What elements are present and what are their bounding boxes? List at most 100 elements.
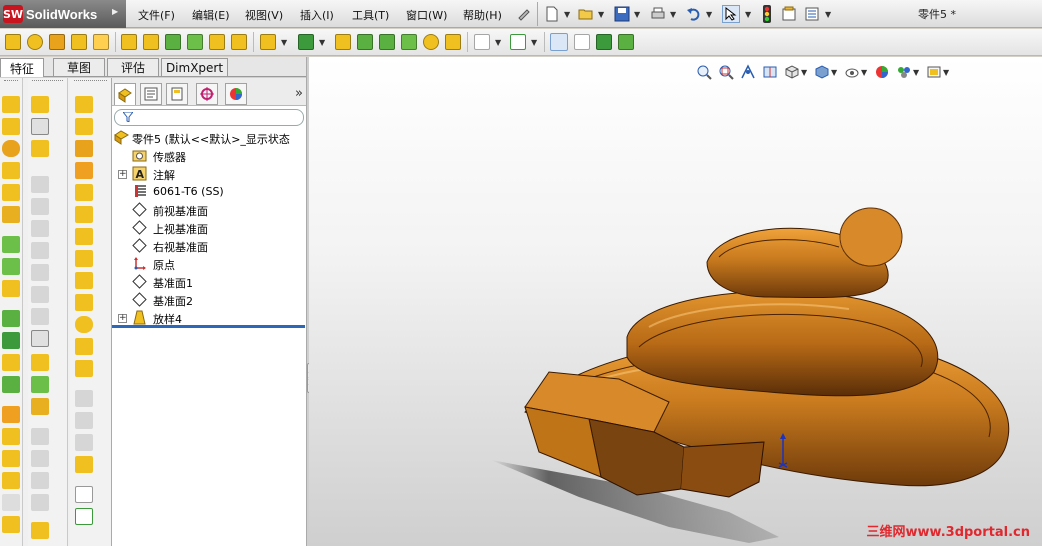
extruded-cut-icon[interactable] <box>93 34 109 50</box>
extruded-boss-icon[interactable] <box>5 34 21 50</box>
options-dropdown-icon[interactable]: ▼ <box>825 10 831 19</box>
instant3d-icon[interactable] <box>550 33 568 51</box>
vent-tool-icon[interactable] <box>31 354 49 371</box>
surface-extrude-tool-icon[interactable] <box>2 236 20 253</box>
file-properties-icon[interactable] <box>780 5 798 23</box>
chamfer-icon[interactable] <box>143 34 159 50</box>
boundary-tool-icon[interactable] <box>2 184 20 201</box>
dome-tool-icon[interactable] <box>75 206 93 223</box>
tree-item-top-plane[interactable]: 上视基准面 <box>112 219 307 237</box>
reference-geometry-tool-icon[interactable] <box>75 486 93 503</box>
tree-item-sensors[interactable]: 传感器 <box>112 147 307 165</box>
feature-tree-filter-input[interactable] <box>114 109 304 126</box>
open-folder-icon[interactable] <box>577 5 595 23</box>
print-dropdown-icon[interactable]: ▼ <box>670 10 676 19</box>
split-icon[interactable] <box>379 34 395 50</box>
surface-sweep-tool-icon[interactable] <box>2 280 20 297</box>
undo-dropdown-icon[interactable]: ▼ <box>706 10 712 19</box>
rollback-bar[interactable] <box>112 325 305 328</box>
more-tabs-chevron-icon[interactable]: » <box>295 86 303 101</box>
new-document-icon[interactable] <box>543 5 561 23</box>
menu-file[interactable]: 文件(F) <box>138 7 175 23</box>
pattern-dropdown-icon[interactable]: ▼ <box>319 38 325 47</box>
reference-geometry-dropdown-icon[interactable]: ▼ <box>495 38 501 47</box>
trim-surface-tool-icon[interactable] <box>2 450 20 467</box>
sweep-tool-icon[interactable] <box>2 140 20 157</box>
menu-view[interactable]: 视图(V) <box>245 7 283 23</box>
reference-geometry-icon[interactable] <box>474 34 490 50</box>
tree-item-plane2[interactable]: 基准面2 <box>112 291 307 309</box>
planar-surface-tool-icon[interactable] <box>2 310 20 327</box>
options-icon[interactable] <box>803 5 821 23</box>
deform-icon[interactable] <box>596 34 612 50</box>
split-tool-icon[interactable] <box>75 360 93 377</box>
pushpin-icon[interactable] <box>514 5 532 23</box>
new-dropdown-icon[interactable]: ▼ <box>564 10 570 19</box>
loft-tool-icon[interactable] <box>2 162 20 179</box>
tree-item-annotations[interactable]: + A 注解 <box>112 165 307 183</box>
undo-icon[interactable] <box>685 5 703 23</box>
mirror-tool-icon[interactable] <box>75 294 93 311</box>
shell-tool-icon[interactable] <box>75 140 93 157</box>
solidworks-logo[interactable]: SW SolidWorks ▶ <box>0 0 126 28</box>
menu-insert[interactable]: 插入(I) <box>300 7 334 23</box>
rib-tool-icon[interactable] <box>75 162 93 179</box>
mirror-icon[interactable] <box>335 34 351 50</box>
tab-sketch[interactable]: 草图 <box>53 58 105 76</box>
select-pointer-icon[interactable] <box>722 5 740 23</box>
select-dropdown-icon[interactable]: ▼ <box>745 10 751 19</box>
print-icon[interactable] <box>649 5 667 23</box>
logo-expand-icon[interactable]: ▶ <box>112 7 118 16</box>
tree-item-plane1[interactable]: 基准面1 <box>112 273 307 291</box>
lofted-boss-icon[interactable] <box>71 34 87 50</box>
circular-pattern-tool-icon[interactable] <box>75 272 93 289</box>
replace-face-tool-icon[interactable] <box>2 494 20 511</box>
swept-boss-icon[interactable] <box>49 34 65 50</box>
offset-surface-tool-icon[interactable] <box>2 354 20 371</box>
feature-tree-tab-icon[interactable] <box>114 83 136 105</box>
hole-dropdown-icon[interactable]: ▼ <box>281 38 287 47</box>
cut-revolve-tool-icon[interactable] <box>31 118 49 135</box>
tree-item-right-plane[interactable]: 右视基准面 <box>112 237 307 255</box>
snap-hook-tool-icon[interactable] <box>31 398 49 415</box>
revolved-boss-icon[interactable] <box>27 34 43 50</box>
linear-pattern-icon[interactable] <box>298 34 314 50</box>
rebuild-traffic-light-icon[interactable] <box>758 5 776 23</box>
flex-icon[interactable] <box>618 34 634 50</box>
tab-dimxpert[interactable]: DimXpert <box>161 58 228 76</box>
sheet-metal-tool-icon[interactable] <box>75 456 93 473</box>
delete-face-tool-icon[interactable] <box>2 516 20 533</box>
freeform-icon[interactable] <box>574 34 590 50</box>
tab-features[interactable]: 特征 <box>0 58 44 77</box>
dome-icon[interactable] <box>231 34 247 50</box>
revolve-boss-tool-icon[interactable] <box>2 118 20 135</box>
combine-icon[interactable] <box>357 34 373 50</box>
fillet-icon[interactable] <box>121 34 137 50</box>
cut-sweep-tool-icon[interactable] <box>31 140 49 157</box>
wrap-icon[interactable] <box>401 34 417 50</box>
expand-toggle[interactable]: + <box>118 314 127 323</box>
draft-tool-icon[interactable] <box>75 184 93 201</box>
menu-help[interactable]: 帮助(H) <box>463 7 502 23</box>
expand-toggle[interactable]: + <box>118 170 127 179</box>
save-dropdown-icon[interactable]: ▼ <box>634 10 640 19</box>
ruled-surface-tool-icon[interactable] <box>2 376 20 393</box>
linear-pattern-tool-icon[interactable] <box>75 250 93 267</box>
menu-tools[interactable]: 工具(T) <box>352 7 389 23</box>
menu-edit[interactable]: 编辑(E) <box>192 7 230 23</box>
delete-body-tool-icon[interactable] <box>75 316 93 333</box>
chamfer-tool-icon[interactable] <box>75 118 93 135</box>
curves-dropdown-icon[interactable]: ▼ <box>531 38 537 47</box>
cut-extrude-tool-icon[interactable] <box>31 96 49 113</box>
save-icon[interactable] <box>613 5 631 23</box>
shell-icon[interactable] <box>165 34 181 50</box>
knit-surface-tool-icon[interactable] <box>2 332 20 349</box>
configuration-manager-tab-icon[interactable] <box>166 83 188 105</box>
tree-item-material[interactable]: 6061-T6 (SS) <box>112 183 307 201</box>
property-manager-tab-icon[interactable] <box>140 83 162 105</box>
tree-item-front-plane[interactable]: 前视基准面 <box>112 201 307 219</box>
rib-icon[interactable] <box>187 34 203 50</box>
tree-root-part[interactable]: 零件5 (默认<<默认>_显示状态 <box>112 129 307 147</box>
extend-surface-tool-icon[interactable] <box>2 428 20 445</box>
lip-groove-tool-icon[interactable] <box>31 376 49 393</box>
